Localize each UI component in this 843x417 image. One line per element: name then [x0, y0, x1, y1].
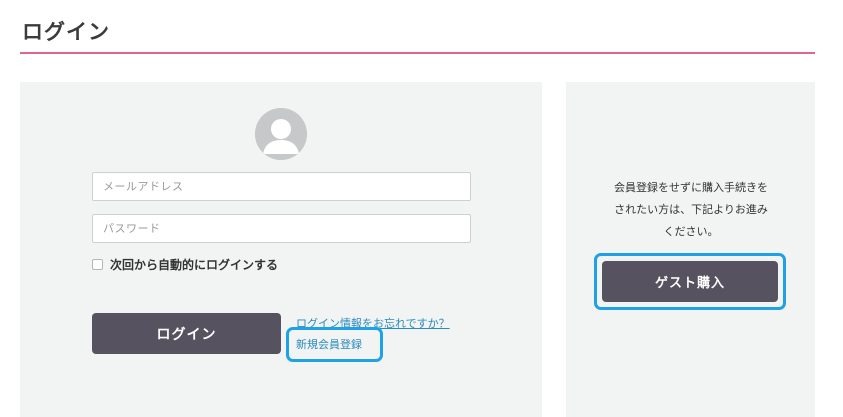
remember-label: 次回から自動的にログインする — [110, 257, 279, 272]
register-link[interactable]: 新規会員登録 — [296, 336, 362, 352]
guest-panel: 会員登録をせずに購入手続きを されたい方は、下記よりお進み ください。 ゲスト購… — [566, 82, 815, 417]
login-panel: 次回から自動的にログインする ログイン ログイン情報をお忘れですか？ 新規会員登… — [20, 82, 542, 417]
guest-description: 会員登録をせずに購入手続きを されたい方は、下記よりお進み ください。 — [596, 177, 786, 243]
guest-description-line: ください。 — [663, 225, 719, 238]
remember-login[interactable]: 次回から自動的にログインする — [92, 256, 278, 272]
page-title: ログイン — [22, 20, 110, 44]
guest-description-line: 会員登録をせずに購入手続きを — [614, 181, 768, 194]
login-button[interactable]: ログイン — [92, 313, 281, 354]
password-input[interactable] — [92, 214, 471, 243]
guest-purchase-button[interactable]: ゲスト購入 — [602, 261, 778, 302]
title-divider — [20, 52, 815, 54]
guest-description-line: されたい方は、下記よりお進み — [614, 203, 768, 216]
remember-checkbox[interactable] — [92, 258, 103, 270]
user-avatar-icon — [255, 108, 307, 160]
email-input[interactable] — [92, 172, 471, 201]
